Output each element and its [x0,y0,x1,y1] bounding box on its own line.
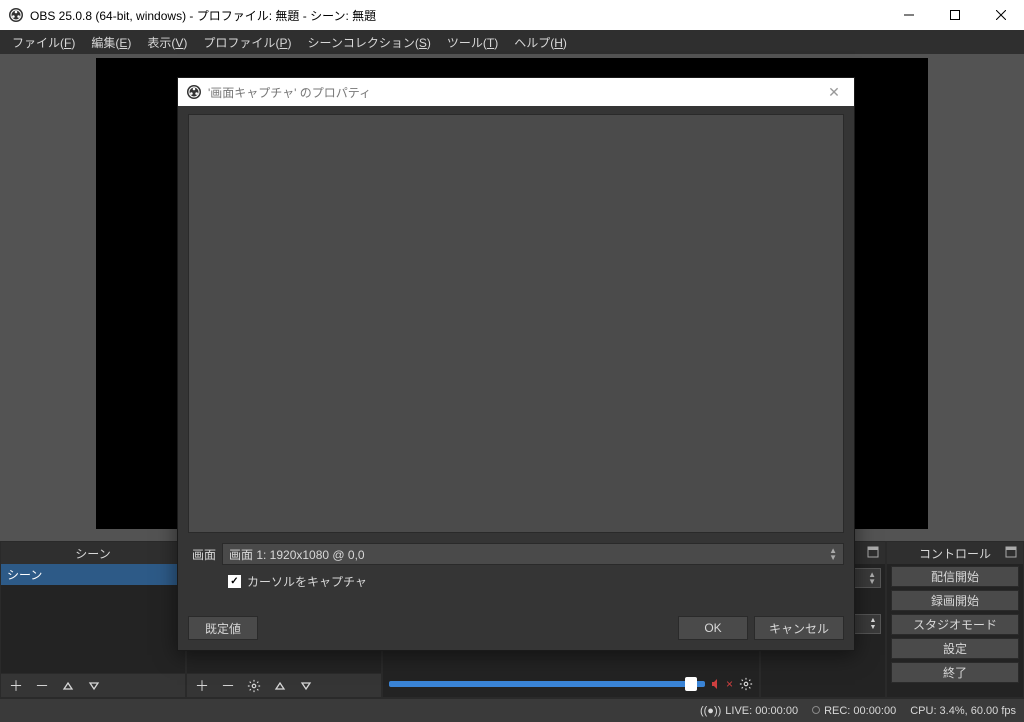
status-rec: REC: 00:00:00 [812,705,896,717]
menu-view[interactable]: 表示(V) [139,32,195,53]
start-record-button[interactable]: 録画開始 [891,590,1019,611]
source-add-button[interactable]: ＋ [191,676,213,696]
start-stream-button[interactable]: 配信開始 [891,566,1019,587]
cancel-button[interactable]: キャンセル [754,616,844,640]
scenes-list[interactable]: シーン [1,564,185,673]
screen-select[interactable]: 画面 1: 1920x1080 @ 0,0 ▲▼ [222,543,844,565]
dock-controls: コントロール 配信開始 録画開始 スタジオモード 設定 終了 [886,541,1024,698]
menu-tools[interactable]: ツール(T) [439,32,506,53]
obs-app-icon [8,7,24,23]
mute-button[interactable]: × [711,677,733,691]
channel-settings-button[interactable] [739,677,753,691]
window-maximize-button[interactable] [932,0,978,30]
window-close-button[interactable] [978,0,1024,30]
mixer-channel: × [389,673,753,695]
menu-edit[interactable]: 編集(E) [83,32,139,53]
scene-down-button[interactable] [83,676,105,696]
screen-row: 画面 画面 1: 1920x1080 @ 0,0 ▲▼ [188,543,844,565]
dock-scenes-header: シーン [1,542,185,564]
scenes-toolbar: ＋ － [1,673,185,697]
dialog-preview [188,114,844,533]
source-remove-button[interactable]: － [217,676,239,696]
ok-button[interactable]: OK [678,616,748,640]
volume-thumb[interactable] [685,677,697,691]
cursor-row: ✓ カーソルをキャプチャ [188,573,844,590]
scene-up-button[interactable] [57,676,79,696]
sources-toolbar: ＋ － [187,673,381,697]
dock-scenes: シーン シーン ＋ － [0,541,186,698]
exit-button[interactable]: 終了 [891,662,1019,683]
cursor-checkbox[interactable]: ✓ [228,575,241,588]
dock-scenes-title: シーン [75,545,110,562]
dialog-close-button[interactable]: ✕ [814,78,854,106]
record-dot-icon [812,706,820,714]
status-live: ((●))LIVE: 00:00:00 [700,705,798,717]
menu-scene-collection[interactable]: シーンコレクション(S) [299,32,438,53]
menubar: ファイル(F) 編集(E) 表示(V) プロファイル(P) シーンコレクション(… [0,30,1024,54]
defaults-button[interactable]: 既定値 [188,616,258,640]
window-titlebar: OBS 25.0.8 (64-bit, windows) - プロファイル: 無… [0,0,1024,30]
cursor-label: カーソルをキャプチャ [247,573,367,590]
obs-dialog-icon [186,84,202,100]
scene-remove-button[interactable]: － [31,676,53,696]
source-up-button[interactable] [269,676,291,696]
dock-popout-icon[interactable] [867,546,881,560]
settings-button[interactable]: 設定 [891,638,1019,659]
dialog-body: 画面 画面 1: 1920x1080 @ 0,0 ▲▼ ✓ カーソルをキャプチャ [178,106,854,606]
dialog-footer: 既定値 OK キャンセル [178,606,854,650]
scene-add-button[interactable]: ＋ [5,676,27,696]
controls-body: 配信開始 録画開始 スタジオモード 設定 終了 [887,564,1023,697]
spinner-arrows-icon[interactable]: ▲▼ [866,617,880,631]
dock-controls-title: コントロール [919,545,991,562]
menu-file[interactable]: ファイル(F) [4,32,83,53]
menu-help[interactable]: ヘルプ(H) [506,32,575,53]
broadcast-icon: ((●)) [700,705,721,717]
studio-mode-button[interactable]: スタジオモード [891,614,1019,635]
scene-item[interactable]: シーン [1,564,185,585]
select-arrows-icon: ▲▼ [829,547,837,561]
window-title: OBS 25.0.8 (64-bit, windows) - プロファイル: 無… [30,7,886,24]
screen-label: 画面 [188,546,222,563]
statusbar: ((●))LIVE: 00:00:00 REC: 00:00:00 CPU: 3… [0,698,1024,722]
screen-select-value: 画面 1: 1920x1080 @ 0,0 [229,546,829,563]
menu-profile[interactable]: プロファイル(P) [195,32,299,53]
source-settings-button[interactable] [243,676,265,696]
dialog-title: '画面キャプチャ' のプロパティ [208,84,814,101]
dialog-titlebar[interactable]: '画面キャプチャ' のプロパティ ✕ [178,78,854,106]
status-cpu: CPU: 3.4%, 60.00 fps [910,705,1016,717]
dock-popout-icon[interactable] [1005,546,1019,560]
window-minimize-button[interactable] [886,0,932,30]
source-down-button[interactable] [295,676,317,696]
volume-slider[interactable] [389,681,705,687]
dock-controls-header: コントロール [887,542,1023,564]
properties-dialog: '画面キャプチャ' のプロパティ ✕ 画面 画面 1: 1920x1080 @ … [177,77,855,651]
